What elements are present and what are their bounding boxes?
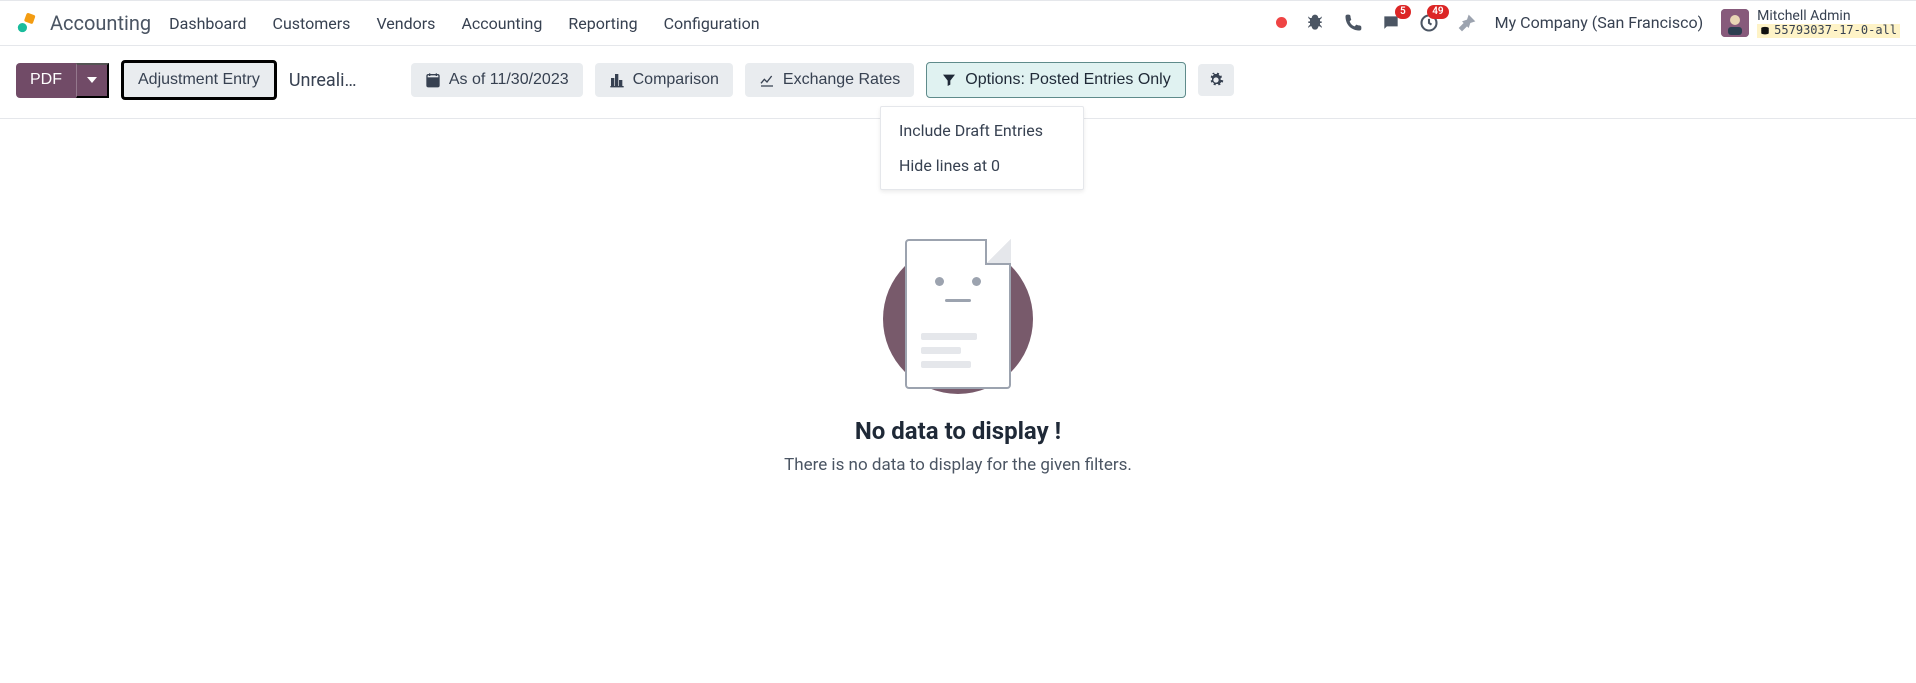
user-menu[interactable]: Mitchell Admin 55793037-17-0-all: [1721, 8, 1900, 38]
pdf-button[interactable]: PDF: [16, 63, 76, 98]
exchange-rates-label: Exchange Rates: [783, 71, 900, 89]
app-name: Accounting: [50, 11, 151, 35]
calendar-icon: [425, 72, 441, 88]
comparison-label: Comparison: [633, 71, 719, 89]
empty-document-icon: [878, 239, 1038, 399]
systray: 5 49 My Company (San Francisco) Mitchell…: [1276, 8, 1900, 38]
recording-indicator-icon: [1276, 17, 1287, 28]
main-nav: Dashboard Customers Vendors Accounting R…: [169, 14, 759, 33]
report-toolbar: PDF Adjustment Entry Unrealized As of 11…: [0, 46, 1916, 119]
messages-badge: 5: [1395, 5, 1411, 19]
pdf-button-group: PDF: [16, 63, 109, 98]
adjustment-entry-button[interactable]: Adjustment Entry: [121, 60, 277, 100]
activities-icon[interactable]: 49: [1419, 13, 1439, 33]
exchange-rates-button[interactable]: Exchange Rates: [745, 63, 914, 97]
asof-date-button[interactable]: As of 11/30/2023: [411, 63, 583, 97]
bar-chart-icon: [609, 72, 625, 88]
avatar-icon: [1721, 9, 1749, 37]
bug-icon[interactable]: [1305, 13, 1325, 33]
phone-icon[interactable]: [1343, 13, 1363, 33]
app-logo[interactable]: Accounting: [16, 11, 151, 35]
empty-title: No data to display !: [855, 417, 1061, 445]
user-name: Mitchell Admin: [1757, 8, 1900, 24]
option-hide-zero[interactable]: Hide lines at 0: [881, 148, 1083, 183]
messages-icon[interactable]: 5: [1381, 13, 1401, 33]
company-selector[interactable]: My Company (San Francisco): [1495, 13, 1704, 32]
nav-accounting[interactable]: Accounting: [461, 14, 542, 33]
nav-configuration[interactable]: Configuration: [664, 14, 760, 33]
options-label: Options: Posted Entries Only: [965, 71, 1170, 89]
empty-subtitle: There is no data to display for the give…: [784, 455, 1132, 475]
logo-icon: [16, 12, 38, 34]
options-dropdown: Include Draft Entries Hide lines at 0: [880, 106, 1084, 190]
tools-icon[interactable]: [1457, 13, 1477, 33]
activities-badge: 49: [1427, 5, 1448, 19]
nav-customers[interactable]: Customers: [273, 14, 351, 33]
cogs-icon: [1208, 72, 1224, 88]
settings-button[interactable]: [1198, 64, 1234, 96]
asof-date-label: As of 11/30/2023: [449, 71, 569, 89]
options-button[interactable]: Options: Posted Entries Only: [926, 62, 1185, 98]
report-title-truncated: Unrealized: [289, 70, 359, 91]
pdf-dropdown-toggle[interactable]: [76, 63, 109, 98]
comparison-button[interactable]: Comparison: [595, 63, 733, 97]
database-name: 55793037-17-0-all: [1774, 24, 1897, 38]
top-navbar: Accounting Dashboard Customers Vendors A…: [0, 0, 1916, 46]
filter-icon: [941, 72, 957, 88]
database-badge: 55793037-17-0-all: [1757, 24, 1900, 38]
option-include-draft[interactable]: Include Draft Entries: [881, 113, 1083, 148]
line-chart-icon: [759, 72, 775, 88]
nav-dashboard[interactable]: Dashboard: [169, 14, 246, 33]
nav-vendors[interactable]: Vendors: [376, 14, 435, 33]
nav-reporting[interactable]: Reporting: [568, 14, 637, 33]
